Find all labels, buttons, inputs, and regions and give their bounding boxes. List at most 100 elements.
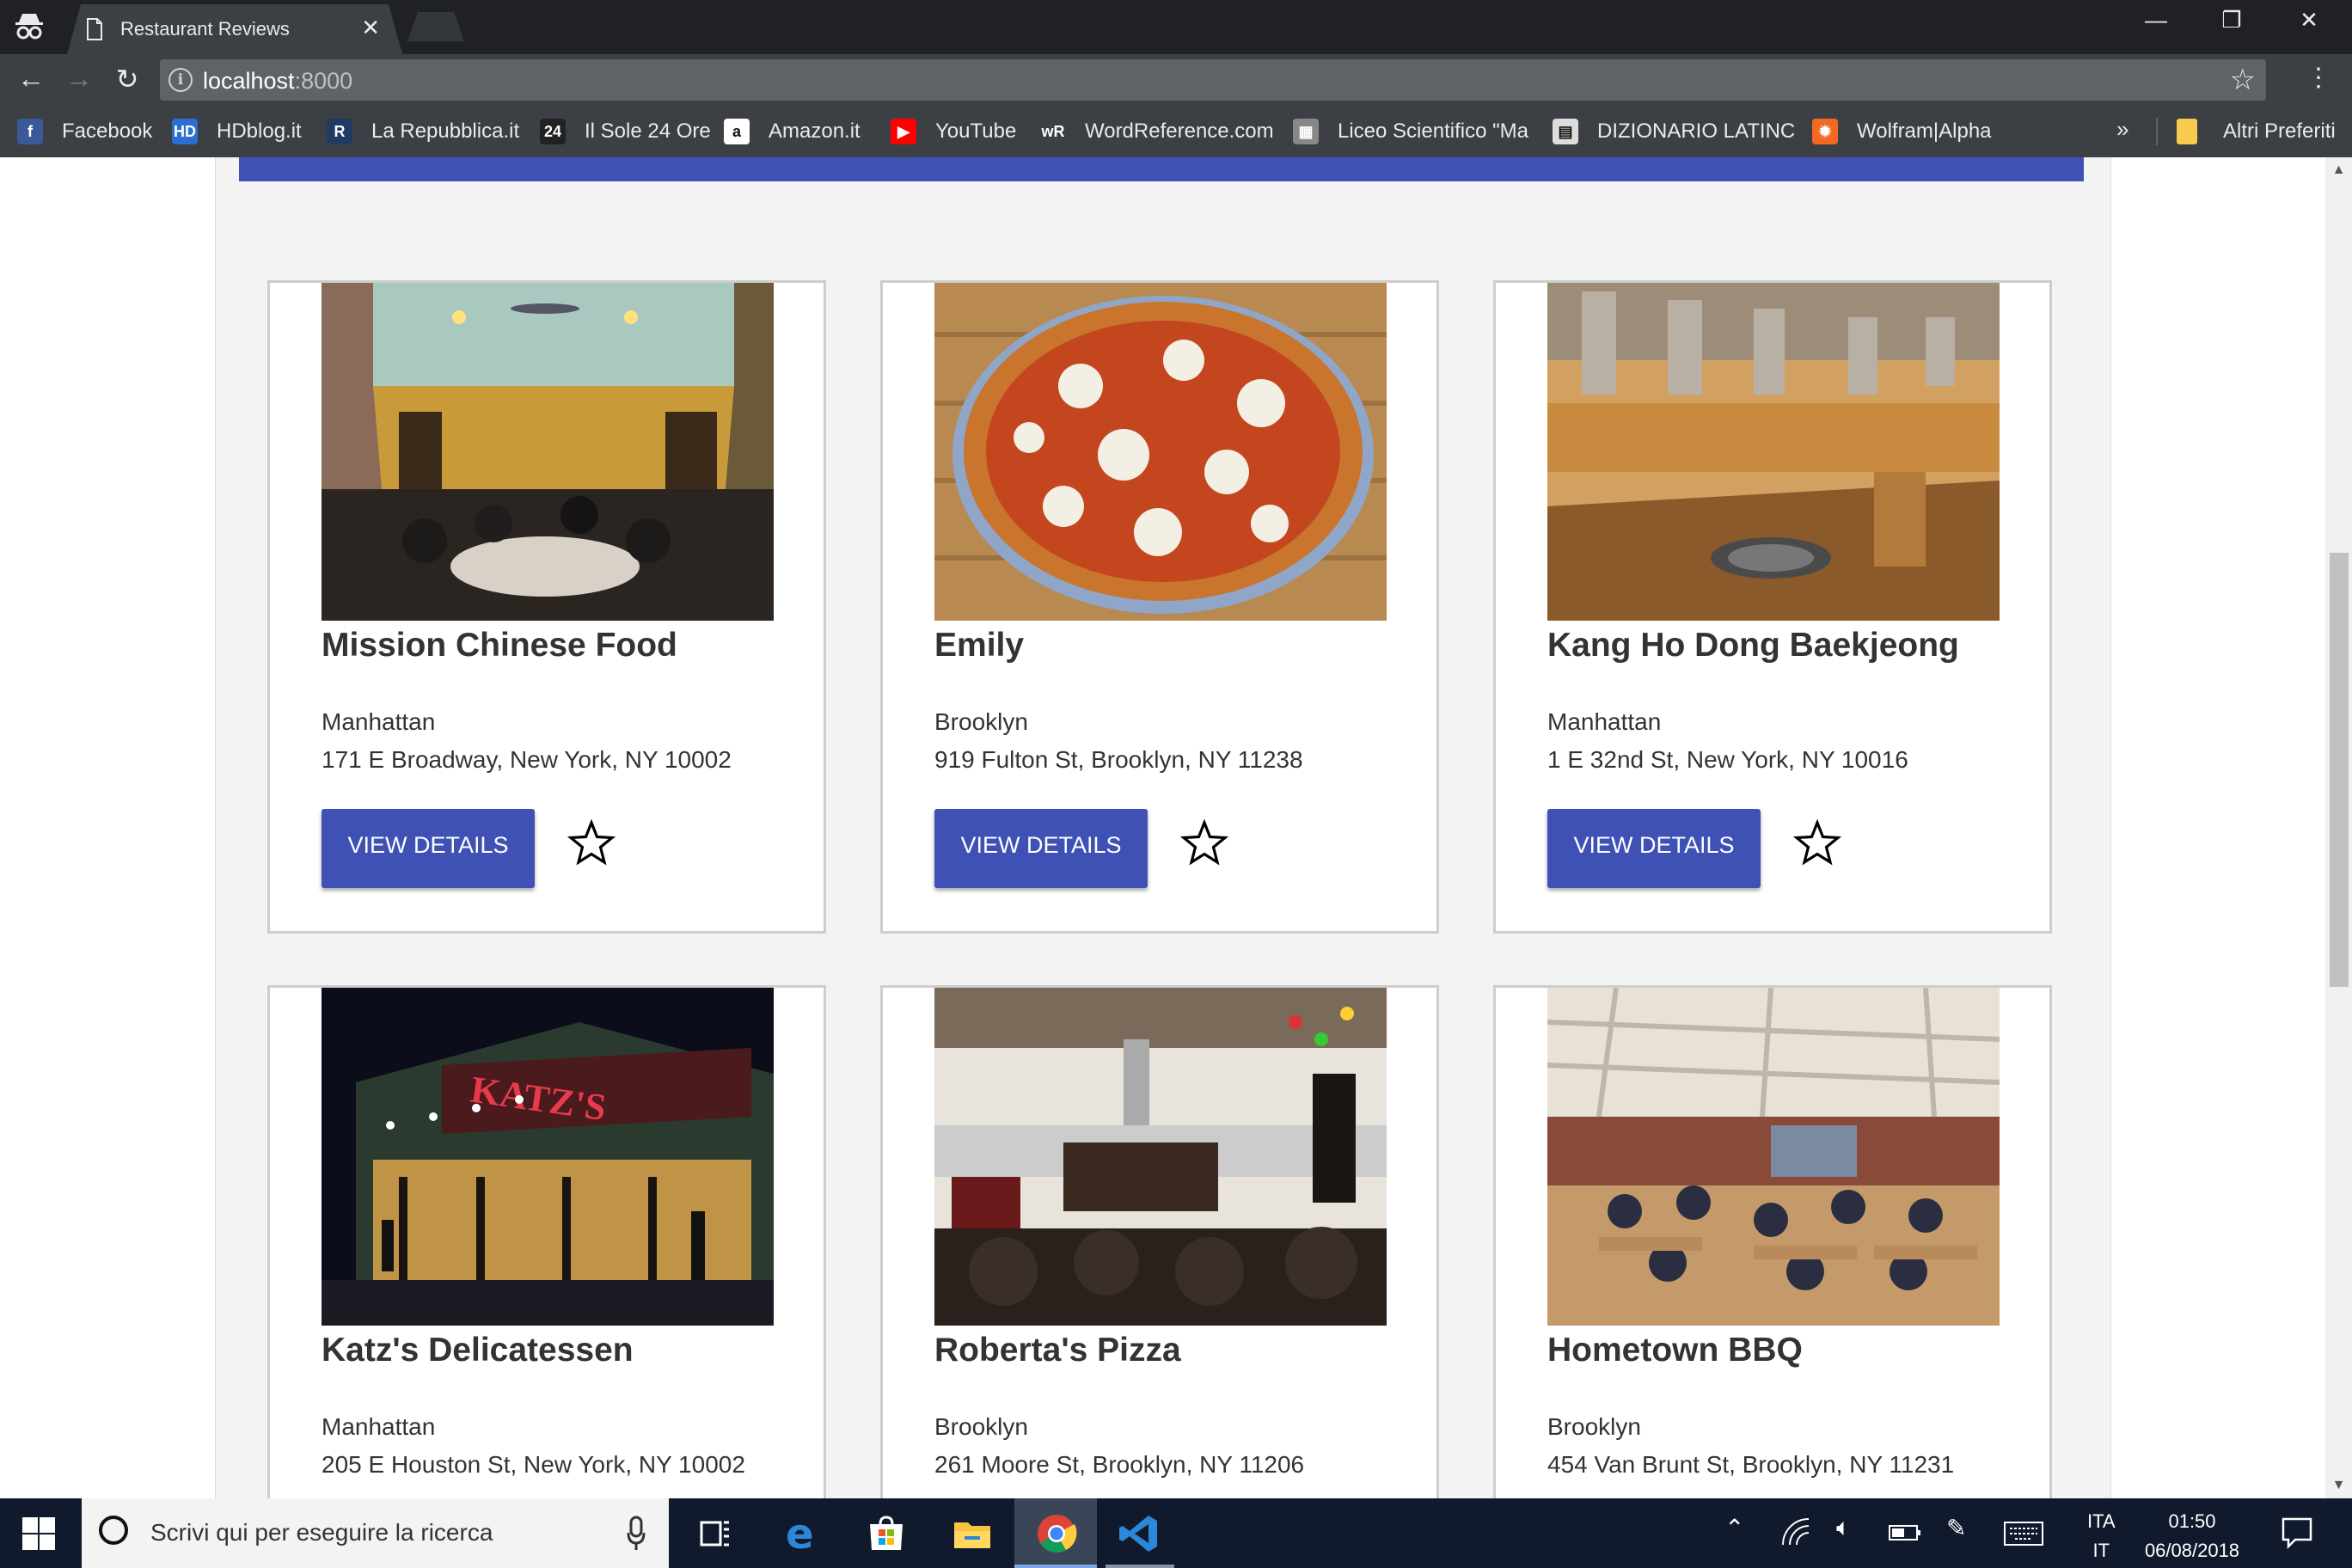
bookmark-hdblog[interactable]: HD HDblog.it (172, 116, 302, 147)
favorite-star-icon[interactable] (567, 819, 616, 867)
bookmark-amazon[interactable]: a Amazon.it (724, 116, 861, 147)
close-window-button[interactable]: ✕ (2283, 7, 2335, 34)
restaurant-photo (322, 283, 774, 621)
hdblog-icon: HD (172, 119, 198, 144)
bookmark-wolfram[interactable]: ✹ Wolfram|Alpha (1812, 116, 1992, 147)
browser-tab-active[interactable]: Restaurant Reviews ✕ (67, 4, 402, 54)
bookmark-label: DIZIONARIO LATINC (1597, 119, 1796, 143)
favorite-star-icon[interactable] (1180, 819, 1228, 867)
chrome-icon[interactable] (1033, 1510, 1080, 1557)
bookmark-wordreference[interactable]: wR WordReference.com (1040, 116, 1274, 147)
browser-toolbar: ← → ↻ i localhost:8000 ☆ ⋮ (0, 54, 2352, 106)
restaurant-address: 205 E Houston St, New York, NY 10002 (322, 1451, 745, 1478)
reload-icon[interactable]: ↻ (108, 63, 146, 95)
bookmark-label: Il Sole 24 Ore (585, 119, 711, 143)
bookmark-label: Altri Preferiti (2223, 119, 2336, 143)
bookmark-label: Amazon.it (769, 119, 861, 143)
incognito-icon[interactable] (12, 9, 46, 43)
bookmark-label: YouTube (935, 119, 1017, 143)
back-arrow-icon[interactable]: ← (12, 63, 50, 95)
bookmark-label: Wolfram|Alpha (1857, 119, 1992, 143)
new-tab-button[interactable] (407, 12, 464, 41)
battery-icon[interactable] (1888, 1522, 1922, 1543)
bookmark-youtube[interactable]: ▶ YouTube (891, 116, 1016, 147)
restaurant-neighborhood: Manhattan (322, 708, 436, 735)
amazon-icon: a (724, 119, 750, 144)
restaurant-address: 171 E Broadway, New York, NY 10002 (322, 746, 732, 773)
bookmarks-divider (2156, 118, 2158, 145)
sole24ore-icon: 24 (540, 119, 566, 144)
microsoft-store-icon[interactable] (863, 1510, 910, 1557)
cortana-icon[interactable] (99, 1516, 128, 1545)
wifi-icon[interactable] (1779, 1517, 1814, 1548)
restaurant-card: Kang Ho Dong Baekjeong Manhattan 1 E 32n… (1493, 280, 2052, 934)
restaurant-photo (1547, 283, 2000, 621)
page-scrollbar[interactable]: ▲ ▼ (2325, 157, 2352, 1498)
taskbar-search-box[interactable]: Scrivi qui per eseguire la ricerca (82, 1498, 669, 1568)
edge-browser-icon[interactable]: e (779, 1510, 825, 1557)
tab-title: Restaurant Reviews (120, 18, 290, 40)
bookmark-facebook[interactable]: f Facebook (17, 116, 152, 147)
bookmark-liceo[interactable]: ▦ Liceo Scientifico "Ma (1293, 116, 1528, 147)
restaurant-photo (934, 283, 1387, 621)
bookmark-sole24ore[interactable]: 24 Il Sole 24 Ore (540, 116, 711, 147)
bookmark-star-icon[interactable]: ☆ (2230, 63, 2256, 97)
address-bar[interactable]: i localhost:8000 ☆ (160, 59, 2266, 101)
scrollbar-thumb[interactable] (2330, 553, 2349, 987)
tab-close-icon[interactable]: ✕ (361, 15, 380, 41)
bookmark-other-folder[interactable]: Altri Preferiti (2177, 116, 2336, 147)
restaurant-name: Emily (934, 627, 1025, 664)
facebook-icon: f (17, 119, 43, 144)
tray-chevron-up-icon[interactable]: ⌃ (1724, 1514, 1744, 1542)
site-info-icon[interactable]: i (168, 68, 193, 92)
favorite-star-icon[interactable] (1793, 819, 1841, 867)
restaurant-address: 454 Van Brunt St, Brooklyn, NY 11231 (1547, 1451, 1955, 1478)
view-details-button[interactable]: VIEW DETAILS (322, 809, 535, 888)
restaurant-address: 1 E 32nd St, New York, NY 10016 (1547, 746, 1908, 773)
scroll-up-icon[interactable]: ▲ (2325, 162, 2352, 178)
restaurant-card: Mission Chinese Food Manhattan 171 E Bro… (267, 280, 826, 934)
bookmark-repubblica[interactable]: R La Repubblica.it (327, 116, 519, 147)
restaurant-neighborhood: Manhattan (1547, 708, 1662, 735)
pen-ink-icon[interactable]: ✎ (1946, 1514, 1966, 1542)
scroll-down-icon[interactable]: ▼ (2325, 1478, 2352, 1493)
windows-taskbar: Scrivi qui per eseguire la ricerca e ⌃ 🔈… (0, 1498, 2352, 1568)
page-viewport: Mission Chinese Food Manhattan 171 E Bro… (0, 157, 2325, 1498)
vscode-icon[interactable] (1116, 1510, 1162, 1557)
url-text[interactable]: localhost:8000 (203, 68, 352, 95)
document-icon (86, 18, 103, 40)
liceo-icon: ▦ (1293, 119, 1319, 144)
bookmarks-overflow-button[interactable]: » (2116, 116, 2128, 143)
bookmark-dizionario[interactable]: ▤ DIZIONARIO LATINC (1553, 116, 1795, 147)
view-details-button[interactable]: VIEW DETAILS (934, 809, 1148, 888)
restaurant-photo: KATZ'S (322, 988, 774, 1326)
youtube-icon: ▶ (891, 119, 916, 144)
restaurant-neighborhood: Brooklyn (934, 1413, 1028, 1440)
windows-start-icon[interactable] (21, 1516, 57, 1552)
forward-arrow-icon[interactable]: → (60, 63, 98, 95)
microphone-icon[interactable] (627, 1514, 646, 1552)
task-view-icon[interactable] (691, 1510, 738, 1557)
restaurant-neighborhood: Brooklyn (934, 708, 1028, 735)
restaurant-neighborhood: Brooklyn (1547, 1413, 1641, 1440)
page-header-bar (239, 157, 2084, 181)
minimize-button[interactable]: — (2130, 7, 2182, 34)
wordreference-icon: wR (1040, 119, 1066, 144)
bookmarks-bar: » Altri Preferiti f Facebook HD HDblog.it R L… (0, 106, 2352, 157)
input-language-indicator[interactable]: ITA IT (2087, 1507, 2116, 1565)
touch-keyboard-icon[interactable] (2003, 1521, 2044, 1547)
restaurant-name: Hometown BBQ (1547, 1332, 1803, 1369)
taskbar-clock[interactable]: 01:50 06/08/2018 (2141, 1507, 2244, 1565)
browser-menu-icon[interactable]: ⋮ (2306, 63, 2331, 93)
volume-icon[interactable]: 🔈︎ (1836, 1514, 1851, 1542)
restaurant-card: Roberta's Pizza Brooklyn 261 Moore St, B… (880, 985, 1439, 1498)
file-explorer-icon[interactable] (949, 1510, 995, 1557)
chrome-active-indicator (1014, 1565, 1097, 1568)
clock-date: 06/08/2018 (2144, 1540, 2240, 1561)
view-details-button[interactable]: VIEW DETAILS (1547, 809, 1761, 888)
restaurant-photo (934, 988, 1387, 1326)
action-center-icon[interactable] (2280, 1516, 2314, 1550)
restaurant-photo (1547, 988, 2000, 1326)
bookmark-label: WordReference.com (1085, 119, 1274, 143)
restore-button[interactable]: ❐ (2206, 7, 2257, 34)
